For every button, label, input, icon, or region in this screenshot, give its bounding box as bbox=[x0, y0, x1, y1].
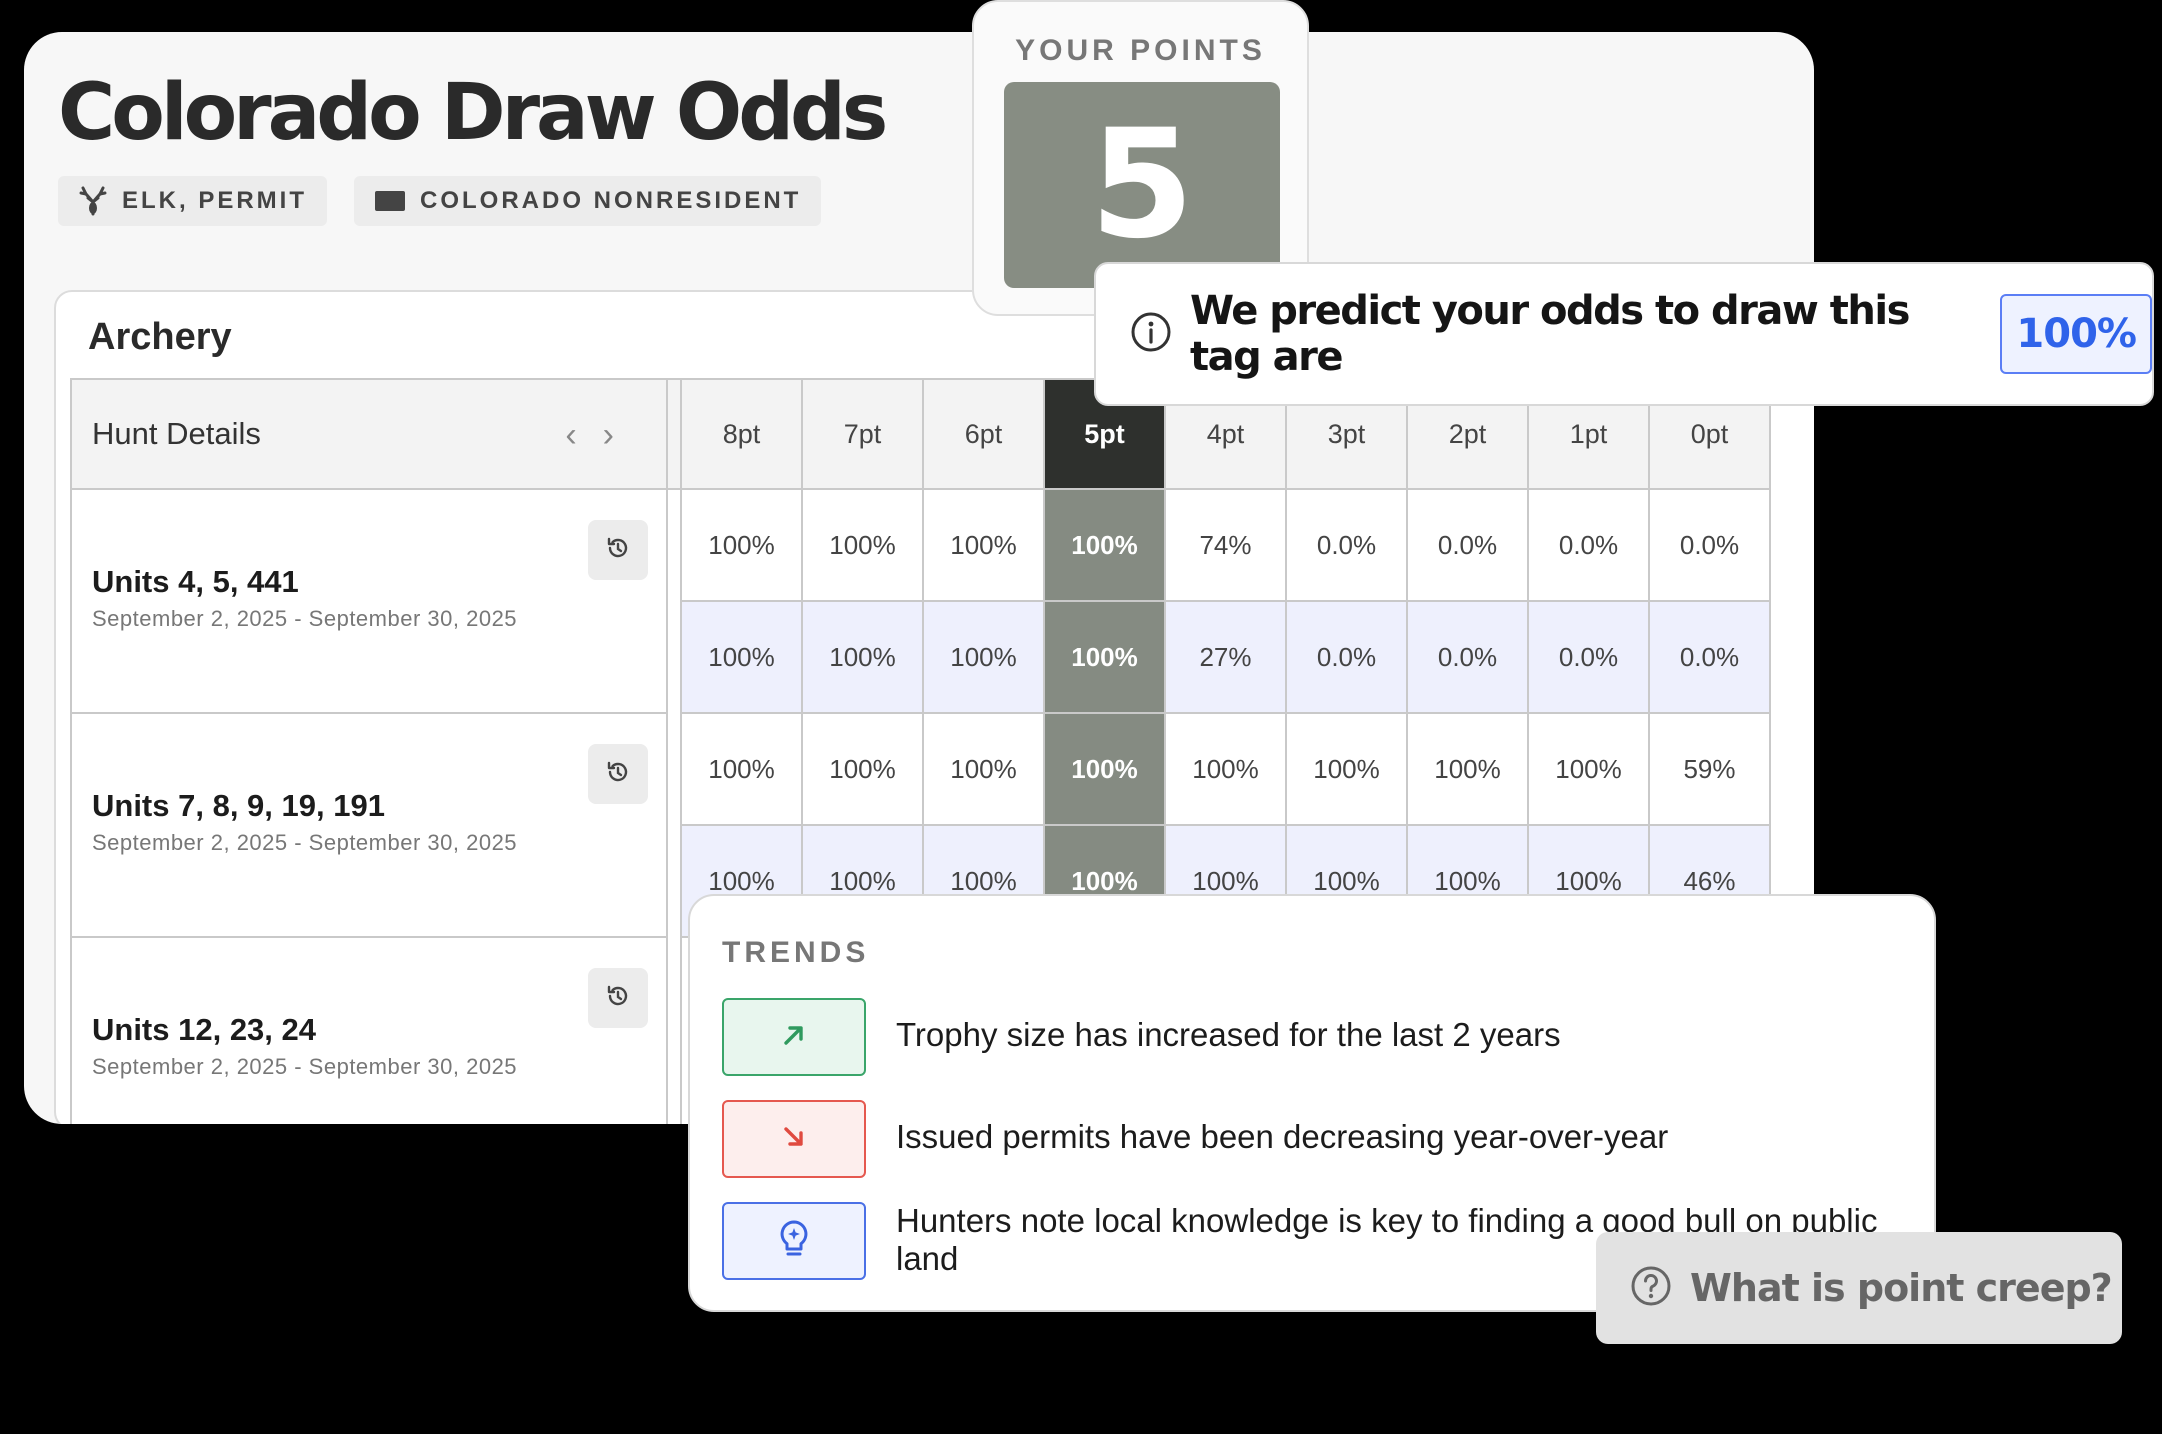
value-cell: 0.0% bbox=[1529, 602, 1650, 714]
value-cell: 100% bbox=[924, 714, 1045, 826]
trend-item-text: Issued permits have been decreasing year… bbox=[896, 1118, 1669, 1155]
value-cell: 100% bbox=[924, 490, 1045, 602]
lightbulb-icon bbox=[777, 1219, 811, 1264]
value-cell-selected: 100% bbox=[1045, 602, 1166, 714]
value-cell: 100% bbox=[803, 490, 924, 602]
value-cell: 27% bbox=[1166, 602, 1287, 714]
hunt-details-label: Hunt Details bbox=[92, 416, 261, 451]
trend-down-badge bbox=[722, 1100, 866, 1178]
history-icon bbox=[605, 759, 631, 790]
trend-down-icon bbox=[779, 1122, 809, 1157]
point-creep-button[interactable]: What is point creep? bbox=[1596, 1232, 2122, 1344]
trend-up-badge bbox=[722, 998, 866, 1076]
unit-name: Units 4, 5, 441 bbox=[92, 564, 299, 599]
stage: Colorado Draw Odds ELK, PERMIT COLORADO … bbox=[0, 0, 2162, 1434]
info-icon bbox=[1130, 311, 1172, 358]
trend-item-text: Trophy size has increased for the last 2… bbox=[896, 1016, 1561, 1053]
prediction-text: We predict your odds to draw this tag ar… bbox=[1190, 288, 1910, 380]
residency-chip: COLORADO NONRESIDENT bbox=[354, 176, 822, 226]
col-header-6pt[interactable]: 6pt bbox=[924, 378, 1045, 490]
column-spacer bbox=[668, 490, 682, 1124]
section-label: Archery bbox=[88, 316, 232, 358]
tip-badge bbox=[722, 1202, 866, 1280]
value-cell: 74% bbox=[1166, 490, 1287, 602]
unit-dates: September 2, 2025 - September 30, 2025 bbox=[92, 606, 518, 631]
history-button[interactable] bbox=[588, 520, 648, 580]
value-cell: 100% bbox=[682, 490, 803, 602]
value-cell: 100% bbox=[682, 714, 803, 826]
chevron-right-icon[interactable]: › bbox=[603, 418, 614, 452]
unit-name: Units 7, 8, 9, 19, 191 bbox=[92, 788, 385, 823]
prediction-banner: We predict your odds to draw this tag ar… bbox=[1094, 262, 2154, 406]
colorado-flag-icon bbox=[374, 189, 406, 213]
value-cell: 0.0% bbox=[1408, 602, 1529, 714]
unit-row-2[interactable]: Units 7, 8, 9, 19, 191 September 2, 2025… bbox=[70, 714, 668, 938]
value-cell-selected: 100% bbox=[1045, 490, 1166, 602]
unit-row-3[interactable]: Units 12, 23, 24 September 2, 2025 - Sep… bbox=[70, 938, 668, 1124]
unit-row-1[interactable]: Units 4, 5, 441 September 2, 2025 - Sept… bbox=[70, 490, 668, 714]
page-title: Colorado Draw Odds bbox=[58, 68, 888, 158]
value-cell: 100% bbox=[682, 602, 803, 714]
chevron-left-icon[interactable]: ‹ bbox=[565, 418, 576, 452]
value-cell: 100% bbox=[1166, 714, 1287, 826]
residency-chip-label: COLORADO NONRESIDENT bbox=[420, 187, 802, 214]
value-cell: 100% bbox=[1408, 714, 1529, 826]
points-value: 5 bbox=[1004, 82, 1280, 288]
value-cell: 59% bbox=[1650, 714, 1771, 826]
value-cell: 100% bbox=[1287, 714, 1408, 826]
value-cell: 0.0% bbox=[1529, 490, 1650, 602]
deer-antler-icon bbox=[78, 186, 108, 216]
value-cell: 0.0% bbox=[1650, 490, 1771, 602]
unit-dates: September 2, 2025 - September 30, 2025 bbox=[92, 830, 518, 855]
col-header-7pt[interactable]: 7pt bbox=[803, 378, 924, 490]
col-header-8pt[interactable]: 8pt bbox=[682, 378, 803, 490]
value-cell: 100% bbox=[803, 714, 924, 826]
value-cell: 100% bbox=[1529, 714, 1650, 826]
point-creep-label: What is point creep? bbox=[1690, 1266, 2113, 1310]
history-icon bbox=[605, 983, 631, 1014]
prediction-value: 100% bbox=[2000, 294, 2152, 374]
hunt-details-header: Hunt Details ‹ › bbox=[70, 378, 668, 490]
trends-title: TRENDS bbox=[722, 936, 870, 969]
unit-dates: September 2, 2025 - September 30, 2025 bbox=[92, 1054, 518, 1079]
column-spacer bbox=[668, 378, 682, 490]
question-circle-icon bbox=[1630, 1265, 1672, 1312]
value-cell: 0.0% bbox=[1408, 490, 1529, 602]
species-chip-label: ELK, PERMIT bbox=[122, 187, 308, 214]
value-cell: 0.0% bbox=[1287, 602, 1408, 714]
value-cell: 100% bbox=[803, 602, 924, 714]
unit-name: Units 12, 23, 24 bbox=[92, 1012, 317, 1047]
value-cell: 100% bbox=[924, 602, 1045, 714]
history-button[interactable] bbox=[588, 744, 648, 804]
column-nav: ‹ › bbox=[565, 418, 614, 452]
history-icon bbox=[605, 535, 631, 566]
points-label: YOUR POINTS bbox=[1015, 34, 1266, 67]
species-chip: ELK, PERMIT bbox=[58, 176, 328, 226]
value-cell-selected: 100% bbox=[1045, 714, 1166, 826]
value-cell: 0.0% bbox=[1287, 490, 1408, 602]
trend-up-icon bbox=[779, 1020, 809, 1055]
value-cell: 0.0% bbox=[1650, 602, 1771, 714]
history-button[interactable] bbox=[588, 968, 648, 1028]
